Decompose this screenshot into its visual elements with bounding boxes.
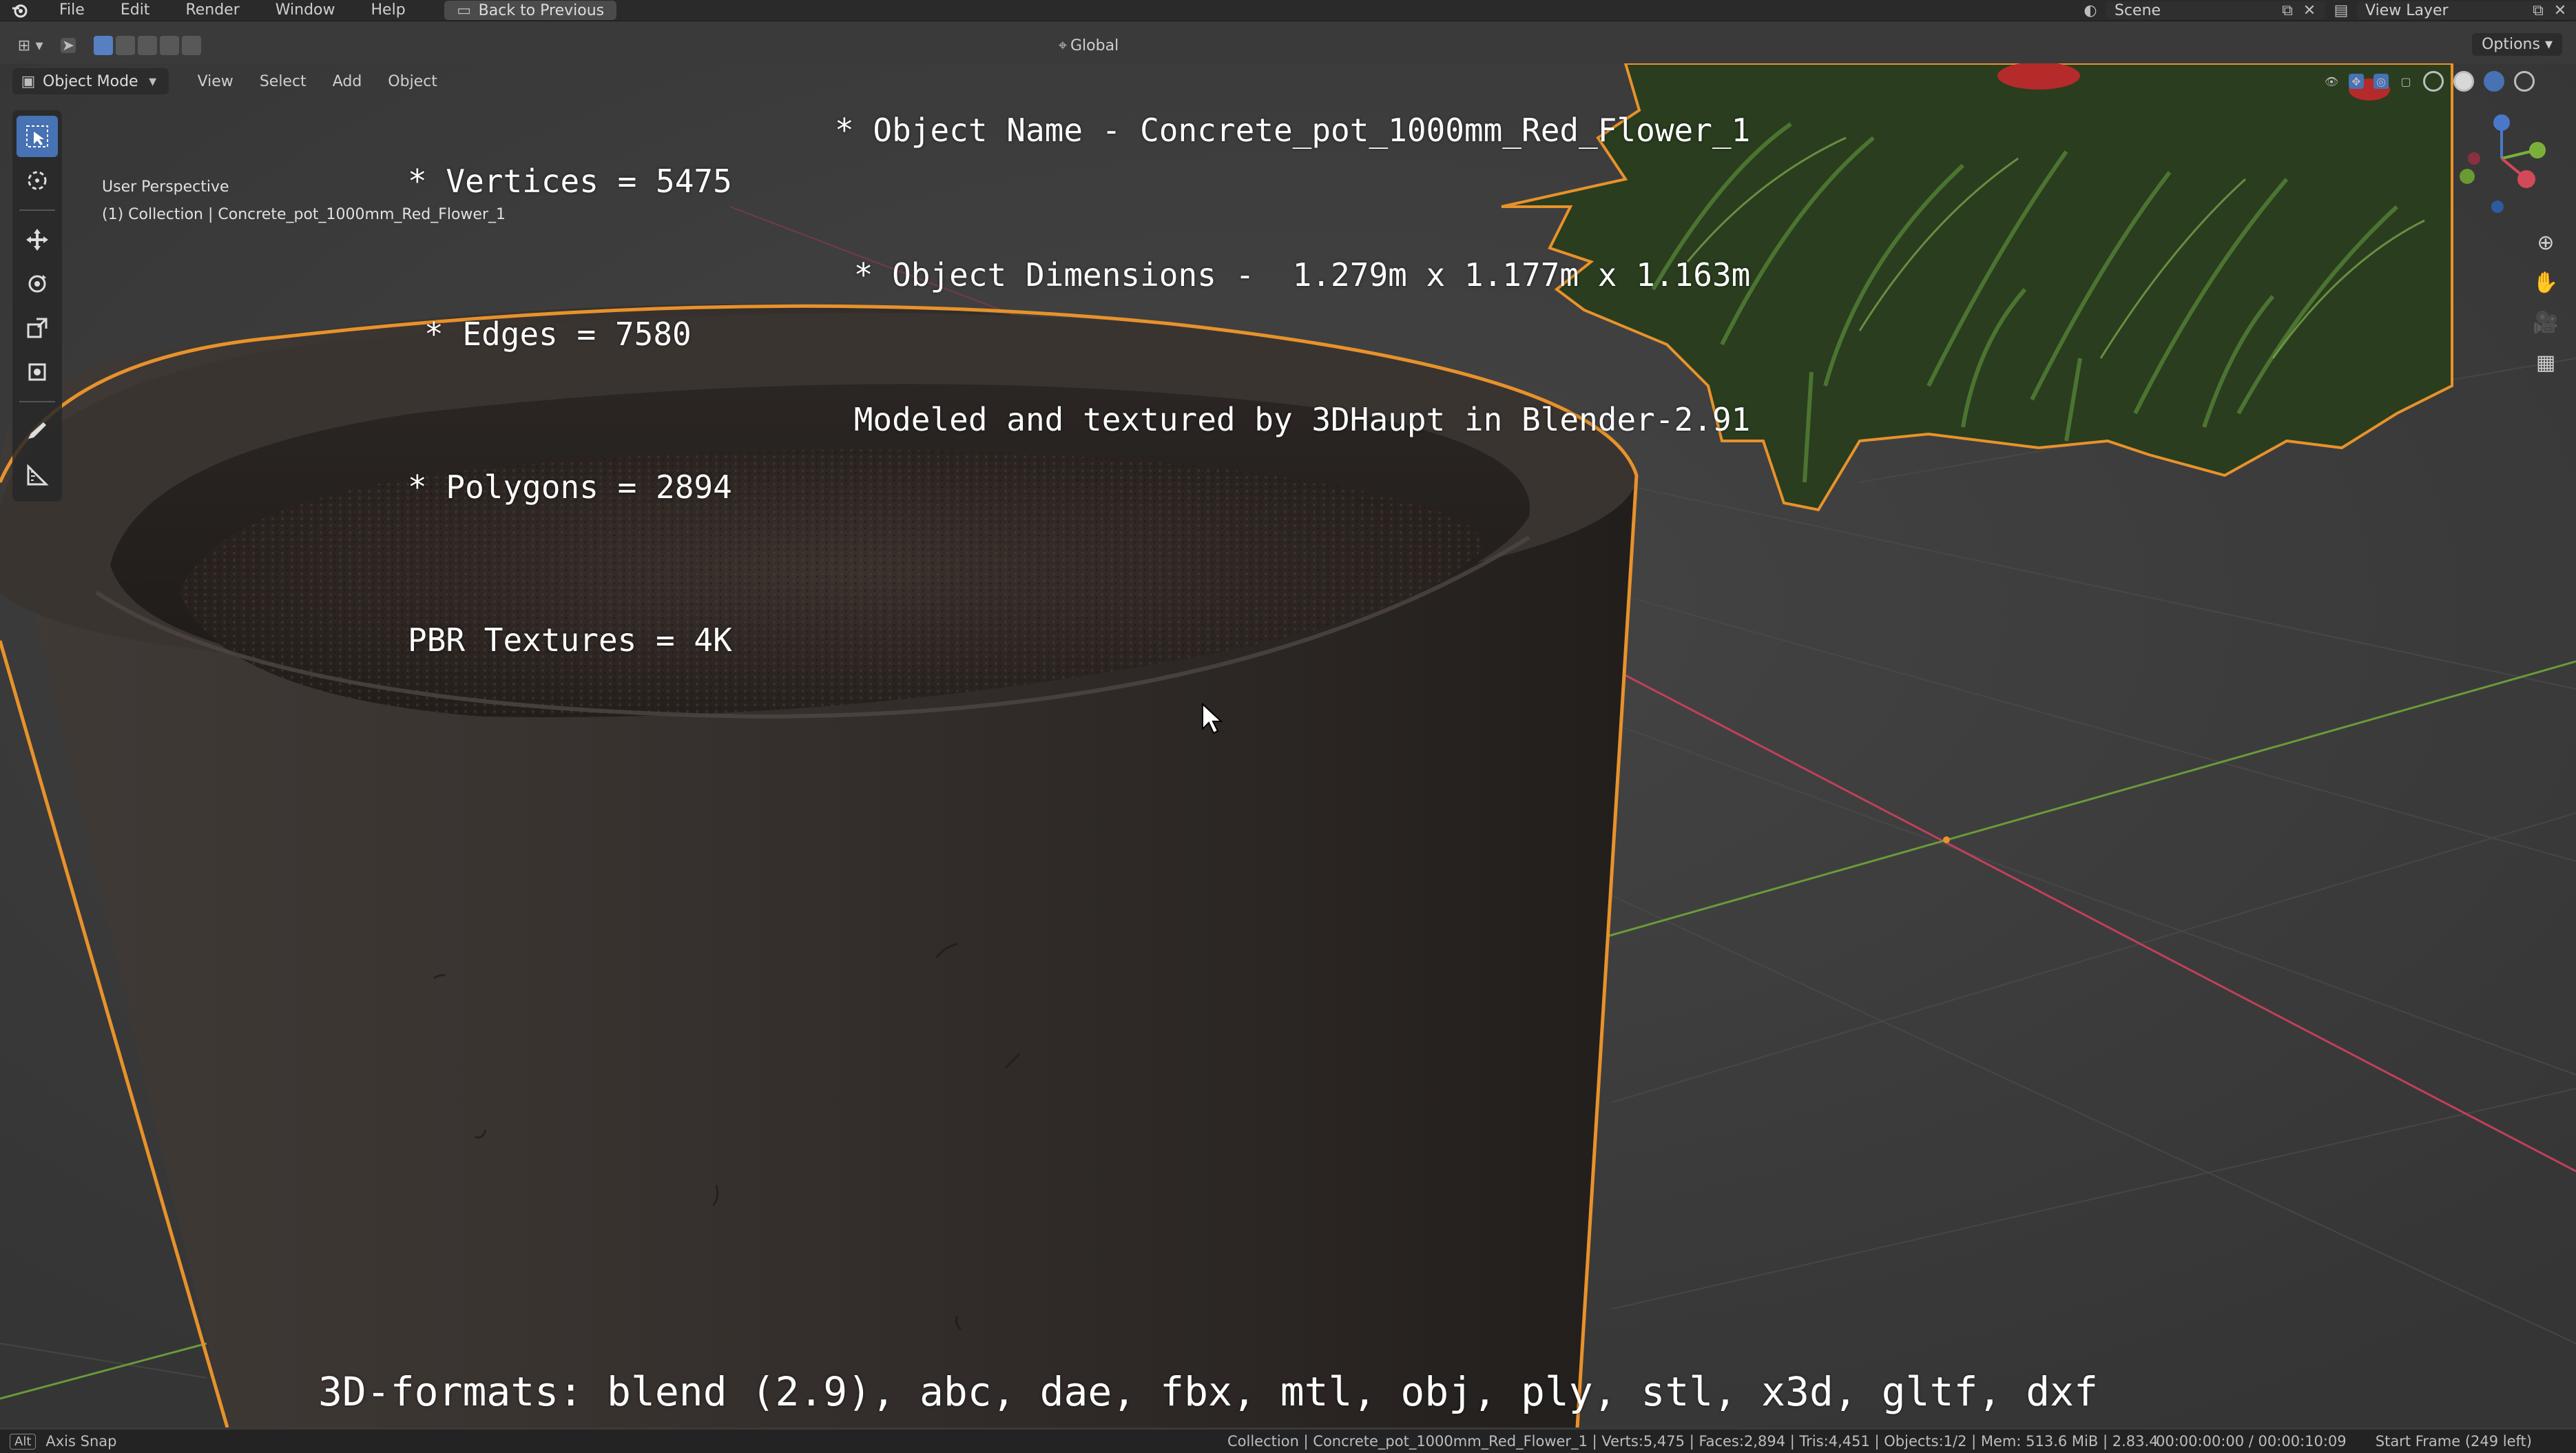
world-origin	[1943, 836, 1950, 843]
select-subtract-button[interactable]	[138, 36, 157, 55]
tool-annotate[interactable]	[17, 411, 58, 452]
tool-rotate[interactable]	[17, 263, 58, 305]
navigation-gizmo[interactable]	[2453, 110, 2550, 220]
back-to-previous-button[interactable]: ▭ Back to Previous	[444, 1, 617, 20]
mouse-cursor-icon	[1202, 703, 1223, 734]
top-right-controls: ◐ Scene ⧉ ✕ ▤ View Layer ⧉ ✕	[2083, 0, 2576, 21]
vertices-text: * Vertices = 5475	[408, 163, 732, 200]
axis-snap-hint: Axis Snap	[45, 1433, 117, 1450]
polygons-text: * Polygons = 2894	[408, 468, 732, 506]
close-icon[interactable]: ✕	[2302, 2, 2317, 19]
rendered-shading-icon[interactable]	[2514, 71, 2535, 92]
mesh-stats-overlay: * Vertices = 5475 * Edges = 7580 * Polyg…	[408, 54, 732, 717]
chevron-down-icon: ▾	[35, 37, 43, 54]
transform-icon	[28, 363, 46, 381]
scene-icon[interactable]: ◐	[2083, 2, 2098, 19]
select-invert-button[interactable]	[182, 36, 201, 55]
modeled-by-text: Modeled and textured by 3DHaupt in Blend…	[835, 401, 1751, 438]
start-frame-info: Start Frame (249 left)	[2375, 1433, 2532, 1450]
back-to-previous-label: Back to Previous	[478, 1, 605, 19]
view-layer-selector[interactable]: View Layer ⧉ ✕	[2357, 1, 2576, 19]
left-toolbar	[12, 110, 62, 502]
select-tool-button[interactable]: ➤	[54, 32, 83, 59]
view-layer-icon[interactable]: ▤	[2334, 2, 2349, 19]
copy-icon[interactable]: ⧉	[2531, 2, 2546, 19]
menu-add[interactable]: Add	[322, 68, 373, 95]
select-new-button[interactable]	[94, 36, 113, 55]
rotate-icon	[28, 275, 46, 293]
grid-view-icon[interactable]: ▦	[2531, 347, 2561, 378]
selection-mode-group	[94, 36, 201, 55]
pan-hand-icon[interactable]: ✋	[2531, 267, 2561, 298]
screen-icon: ▭	[457, 1, 472, 19]
textures-text: PBR Textures = 4K	[408, 621, 732, 659]
gizmo-toggle-icon[interactable]: ✥	[2349, 74, 2364, 89]
solid-shading-icon[interactable]	[2453, 71, 2474, 92]
playback-time: 00:00:00:00 / 00:00:10:09	[2156, 1433, 2347, 1450]
scene-name: Scene	[2115, 1, 2161, 19]
toolbar-separator	[19, 209, 55, 211]
select-intersect-button[interactable]	[160, 36, 179, 55]
visibility-icon[interactable]: 👁	[2324, 74, 2339, 89]
menu-select[interactable]: Select	[249, 68, 318, 95]
move-icon	[26, 229, 48, 251]
editor-type-button[interactable]: ⊞ ▾	[10, 32, 54, 59]
chevron-down-icon: ▾	[2544, 36, 2553, 53]
options-label: Options	[2482, 36, 2540, 53]
tool-select-box[interactable]	[17, 116, 58, 157]
scene-selector[interactable]: Scene ⧉ ✕	[2106, 1, 2325, 19]
edges-text: * Edges = 7580	[424, 316, 692, 353]
toolbar-separator	[19, 401, 55, 402]
camera-icon[interactable]: 🎥	[2531, 307, 2561, 338]
object-mode-icon: ▣	[21, 72, 36, 90]
material-shading-icon[interactable]	[2484, 71, 2504, 92]
object-info-overlay: * Object Name - Concrete_pot_1000mm_Red_…	[835, 10, 1750, 492]
menu-edit[interactable]: Edit	[103, 0, 168, 21]
tool-measure[interactable]	[17, 455, 58, 496]
chevron-down-icon: ▾	[149, 72, 157, 90]
tool-transform[interactable]	[17, 351, 58, 393]
3d-cursor-icon	[28, 171, 47, 190]
editor-type-icon: ⊞	[17, 37, 31, 54]
select-box-icon	[26, 125, 48, 147]
menu-file[interactable]: File	[41, 0, 103, 21]
cursor-icon: ➤	[61, 37, 76, 54]
viewport-shading-bar: 👁 ✥ ◎ ▢	[2324, 68, 2535, 95]
mode-label: Object Mode	[43, 72, 138, 90]
options-button[interactable]: Options ▾	[2472, 33, 2562, 56]
menu-view[interactable]: View	[187, 68, 245, 95]
measure-ruler-icon	[27, 464, 49, 486]
tool-scale[interactable]	[17, 307, 58, 349]
alt-key-hint: Alt	[10, 1433, 37, 1450]
scene-statistics: Collection | Concrete_pot_1000mm_Red_Flo…	[1227, 1433, 2159, 1450]
tool-cursor[interactable]	[17, 160, 58, 201]
select-extend-button[interactable]	[116, 36, 135, 55]
xray-icon[interactable]: ▢	[2398, 74, 2413, 89]
menu-help[interactable]: Help	[353, 0, 424, 21]
annotate-pencil-icon	[28, 422, 46, 439]
navigation-buttons: ⊕ ✋ 🎥 ▦	[2531, 227, 2561, 378]
menu-window[interactable]: Window	[258, 0, 353, 21]
overlay-toggle-icon[interactable]: ◎	[2374, 74, 2389, 89]
formats-text: 3D-formats: blend (2.9), abc, dae, fbx, …	[318, 1368, 2099, 1415]
blender-logo-icon[interactable]	[10, 0, 30, 21]
zoom-icon[interactable]: ⊕	[2531, 227, 2561, 258]
mode-dropdown[interactable]: ▣ Object Mode ▾	[12, 68, 169, 94]
view-layer-name: View Layer	[2365, 1, 2449, 19]
copy-icon[interactable]: ⧉	[2280, 2, 2295, 19]
close-icon[interactable]: ✕	[2553, 2, 2568, 19]
wireframe-shading-icon[interactable]	[2423, 71, 2444, 92]
object-dimensions-text: * Object Dimensions - 1.279m x 1.177m x …	[835, 256, 1751, 293]
object-header: ▣ Object Mode ▾ View Select Add Object	[12, 66, 448, 96]
object-name-text: * Object Name - Concrete_pot_1000mm_Red_…	[835, 112, 1751, 149]
status-bar: Alt Axis Snap Collection | Concrete_pot_…	[0, 1430, 2576, 1453]
scale-icon	[27, 318, 48, 338]
tool-move[interactable]	[17, 219, 58, 260]
menu-render[interactable]: Render	[167, 0, 257, 21]
